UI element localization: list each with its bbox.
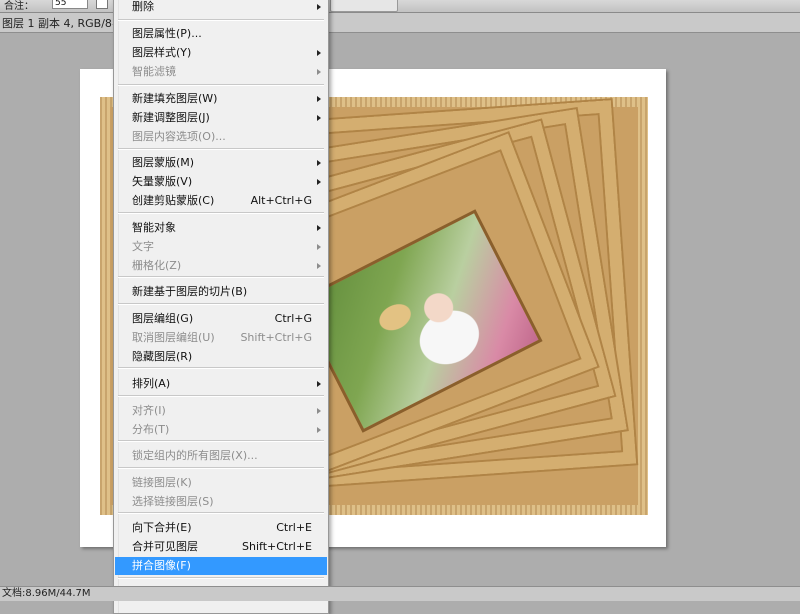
menu-item-rasterize[interactable]: 栅格化(Z)	[115, 257, 327, 275]
status-bar: 文档:8.96M/44.7M	[0, 586, 800, 601]
menu-item-flatten-image[interactable]: 拼合图像(F)	[115, 557, 327, 575]
menu-separator	[118, 303, 324, 305]
menu-item-distribute[interactable]: 分布(T)	[115, 421, 327, 439]
menu-item-label: 新建调整图层(J)	[132, 111, 210, 124]
menu-separator	[118, 467, 324, 469]
menu-item-merge-visible[interactable]: 合并可见图层 Shift+Ctrl+E	[115, 538, 327, 556]
option-checkbox[interactable]	[96, 0, 108, 9]
menu-item-label: 智能对象	[132, 221, 176, 234]
menu-separator	[118, 395, 324, 397]
menu-item-hide-layers[interactable]: 隐藏图层(R)	[115, 348, 327, 366]
menu-item-shortcut: Ctrl+E	[276, 521, 312, 534]
menu-item-label: 图层蒙版(M)	[132, 156, 195, 169]
menu-item-link-layers[interactable]: 链接图层(K)	[115, 474, 327, 492]
menu-item-label: 链接图层(K)	[132, 476, 192, 489]
menu-item-label: 新建填充图层(W)	[132, 92, 218, 105]
menu-item-new-fill-layer[interactable]: 新建填充图层(W)	[115, 90, 327, 108]
menu-item-delete[interactable]: 删除	[115, 0, 327, 16]
submenu-arrow-icon	[317, 427, 321, 433]
menu-item-label: 锁定组内的所有图层(X)...	[132, 449, 258, 462]
menu-item-align[interactable]: 对齐(I)	[115, 402, 327, 420]
menu-item-label: 栅格化(Z)	[132, 259, 182, 272]
menu-item-label: 选择链接图层(S)	[132, 495, 214, 508]
menu-item-label: 取消图层编组(U)	[132, 331, 215, 344]
submenu-arrow-icon	[317, 160, 321, 166]
submenu-arrow-icon	[317, 381, 321, 387]
menu-item-label: 图层属性(P)...	[132, 27, 202, 40]
menu-item-label: 分布(T)	[132, 423, 170, 436]
opacity-input[interactable]: 55	[52, 0, 88, 9]
menu-item-smart-object[interactable]: 智能对象	[115, 219, 327, 237]
menu-separator	[118, 19, 324, 21]
submenu-arrow-icon	[317, 179, 321, 185]
menu-separator	[118, 84, 324, 86]
menu-item-label: 新建基于图层的切片(B)	[132, 285, 248, 298]
menu-item-label: 图层内容选项(O)...	[132, 130, 226, 143]
menu-item-shortcut: Alt+Ctrl+G	[250, 194, 312, 207]
menu-separator	[118, 212, 324, 214]
menu-separator	[118, 367, 324, 369]
menu-item-shortcut: Shift+Ctrl+E	[242, 540, 312, 553]
menu-item-label: 智能滤镜	[132, 65, 176, 78]
option-button[interactable]	[330, 0, 398, 12]
menu-item-ungroup-layers[interactable]: 取消图层编组(U) Shift+Ctrl+G	[115, 329, 327, 347]
menu-item-label: 排列(A)	[132, 377, 171, 390]
submenu-arrow-icon	[317, 4, 321, 10]
submenu-arrow-icon	[317, 225, 321, 231]
menu-item-arrange[interactable]: 排列(A)	[115, 375, 327, 393]
menu-item-label: 向下合并(E)	[132, 521, 192, 534]
menu-item-label: 拼合图像(F)	[132, 559, 191, 572]
menu-item-label: 隐藏图层(R)	[132, 350, 193, 363]
menu-item-lock-all-layers[interactable]: 锁定组内的所有图层(X)...	[115, 447, 327, 465]
menu-item-label: 矢量蒙版(V)	[132, 175, 193, 188]
menu-item-layer-mask[interactable]: 图层蒙版(M)	[115, 154, 327, 172]
menu-item-select-linked-layers[interactable]: 选择链接图层(S)	[115, 493, 327, 511]
menu-separator	[118, 512, 324, 514]
layer-context-menu: 删除 图层属性(P)... 图层样式(Y) 智能滤镜 新建填充图层(W) 新建调…	[113, 0, 329, 614]
menu-item-label: 图层编组(G)	[132, 312, 194, 325]
menu-item-create-clipping-mask[interactable]: 创建剪贴蒙版(C) Alt+Ctrl+G	[115, 192, 327, 210]
submenu-arrow-icon	[317, 244, 321, 250]
submenu-arrow-icon	[317, 69, 321, 75]
document-tab-title[interactable]: 图层 1 副本 4, RGB/8#)	[2, 15, 125, 31]
submenu-arrow-icon	[317, 50, 321, 56]
menu-item-smart-filter[interactable]: 智能滤镜	[115, 63, 327, 81]
menu-item-label: 删除	[132, 0, 154, 13]
menu-item-vector-mask[interactable]: 矢量蒙版(V)	[115, 173, 327, 191]
submenu-arrow-icon	[317, 115, 321, 121]
menu-separator	[118, 577, 324, 579]
menu-separator	[118, 440, 324, 442]
menu-separator	[118, 148, 324, 150]
menu-item-shortcut: Shift+Ctrl+G	[240, 331, 312, 344]
menu-separator	[118, 276, 324, 278]
menu-item-label: 创建剪贴蒙版(C)	[132, 194, 215, 207]
menu-item-layer-properties[interactable]: 图层属性(P)...	[115, 25, 327, 43]
menu-item-label: 合并可见图层	[132, 540, 198, 553]
submenu-arrow-icon	[317, 408, 321, 414]
menu-item-merge-down[interactable]: 向下合并(E) Ctrl+E	[115, 519, 327, 537]
menu-item-type[interactable]: 文字	[115, 238, 327, 256]
submenu-arrow-icon	[317, 263, 321, 269]
menu-item-label: 对齐(I)	[132, 404, 166, 417]
menu-item-label: 文字	[132, 240, 154, 253]
menu-item-new-adjustment-layer[interactable]: 新建调整图层(J)	[115, 109, 327, 127]
document-size-readout[interactable]: 文档:8.96M/44.7M	[2, 587, 91, 601]
submenu-arrow-icon	[317, 96, 321, 102]
opacity-label: 合注：	[4, 1, 34, 12]
menu-item-layer-content-options[interactable]: 图层内容选项(O)...	[115, 128, 327, 146]
menu-item-shortcut: Ctrl+G	[274, 312, 312, 325]
menu-item-layer-style[interactable]: 图层样式(Y)	[115, 44, 327, 62]
menu-item-new-layer-slice[interactable]: 新建基于图层的切片(B)	[115, 283, 327, 301]
menu-item-label: 图层样式(Y)	[132, 46, 192, 59]
menu-item-group-layers[interactable]: 图层编组(G) Ctrl+G	[115, 310, 327, 328]
